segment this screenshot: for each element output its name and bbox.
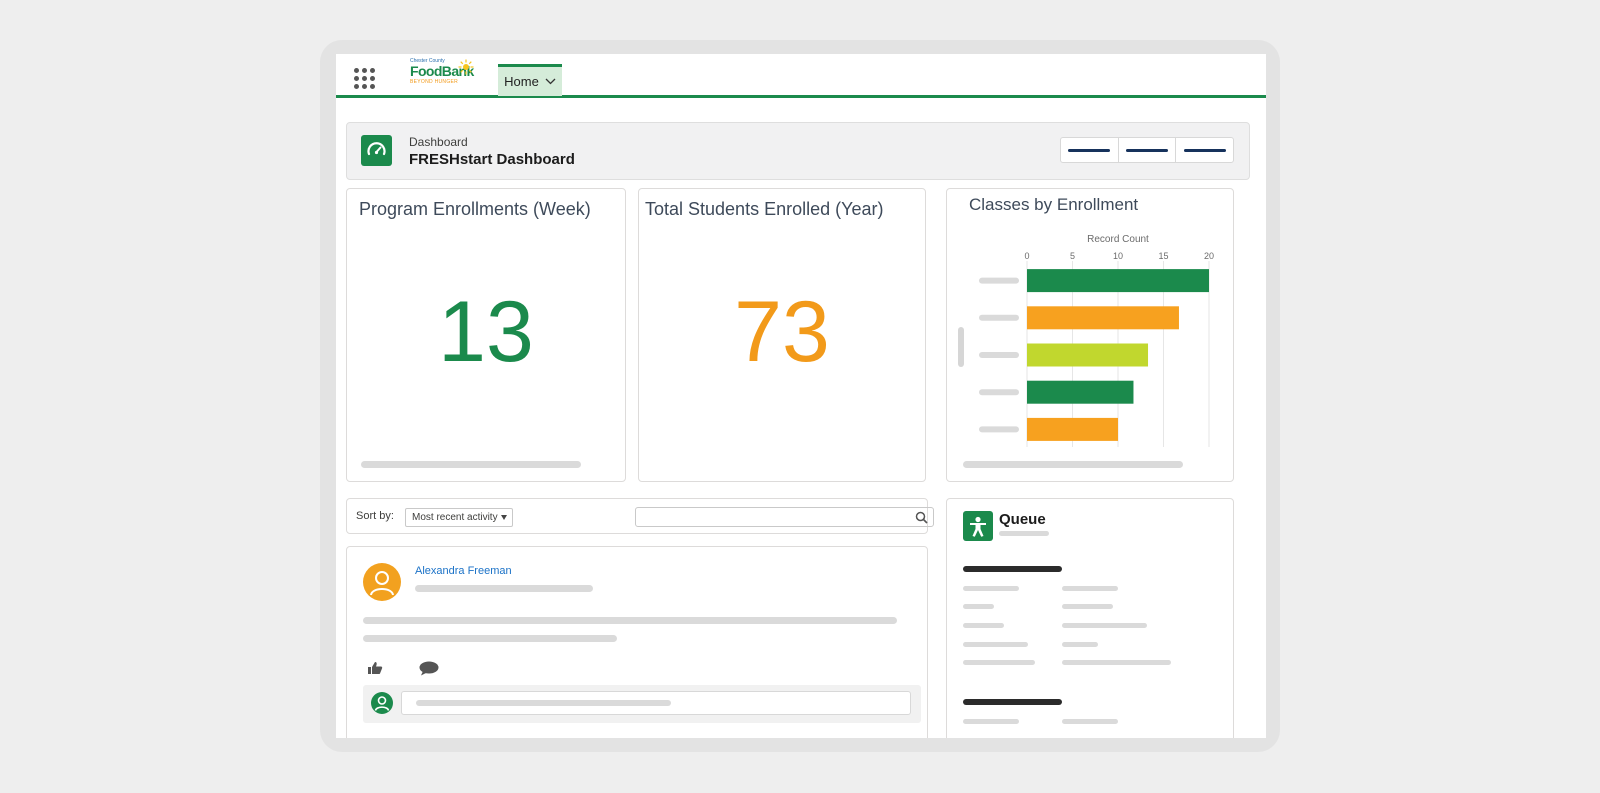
person-icon [963,511,993,541]
placeholder-bar [363,617,897,624]
bar [1027,343,1149,367]
bar [1027,306,1179,330]
placeholder-bar [361,461,581,468]
foodbank-logo: Chester County FoodBank BEYOND HUNGER [410,58,474,85]
app-launcher-icon[interactable] [354,68,376,90]
category-label-placeholder [979,277,1019,284]
page-title: FRESHstart Dashboard [409,151,575,168]
feed-toolbar: Sort by: Most recent activity [346,498,934,534]
placeholder-bar [963,642,1028,647]
category-label-placeholder [979,426,1019,433]
placeholder-bar [1062,623,1147,628]
x-tick-label: 10 [1113,251,1123,261]
chevron-down-icon[interactable] [545,78,556,85]
search-icon[interactable] [915,511,928,524]
header-action-button-2[interactable] [1119,138,1177,162]
placeholder-bar [999,531,1049,536]
bar [1027,417,1118,441]
placeholder-bar [1062,642,1098,647]
thumbs-up-icon[interactable] [367,661,383,675]
queue-title: Queue [999,511,1046,528]
sort-dropdown-value: Most recent activity [412,512,498,523]
gauge-icon [361,135,392,166]
category-label-placeholder [979,389,1019,396]
x-tick-label: 20 [1204,251,1214,261]
metric-title-week: Program Enrollments (Week) [359,199,591,219]
bar-chart: Record Count 0 5 10 15 20 [958,234,1214,447]
placeholder-bar [1062,586,1118,591]
header-button-group [1060,137,1234,163]
category-label-placeholder [979,352,1019,358]
header-action-button-1[interactable] [1061,138,1119,162]
user-icon [371,692,393,714]
metric-value-year: 73 [734,284,830,380]
bar [1027,269,1209,293]
sort-label: Sort by: [356,510,394,522]
dashboard-type-label: Dashboard [409,135,468,149]
comment-icon[interactable] [419,661,439,676]
placeholder-bar [963,660,1035,665]
bar [1027,380,1134,404]
metric-card-week[interactable]: Program Enrollments (Week) 13 [346,188,626,482]
metric-value-week: 13 [438,284,534,380]
category-label-placeholder [979,314,1019,321]
tab-home-label: Home [504,74,539,89]
placeholder-bar [963,586,1019,591]
sort-dropdown[interactable]: Most recent activity [405,508,513,527]
metric-title-year: Total Students Enrolled (Year) [645,199,884,219]
x-tick-label: 0 [1024,251,1029,261]
placeholder-bar [963,719,1019,724]
x-axis-title: Record Count [1087,234,1149,245]
placeholder-bar [1062,604,1113,609]
metric-card-year[interactable]: Total Students Enrolled (Year) 73 [638,188,926,482]
placeholder-bar [963,461,1183,468]
user-icon[interactable] [363,563,401,601]
placeholder-bar [1062,719,1118,724]
x-tick-label: 15 [1158,251,1168,261]
placeholder-bar [1062,660,1171,665]
app-screen: Chester County FoodBank BEYOND HUNGER Ho… [336,54,1266,738]
classes-chart-card[interactable]: Classes by Enrollment Record Count 0 5 10 15… [946,188,1234,482]
comment-input[interactable] [401,691,911,715]
chart-scrollbar [958,327,964,367]
tab-home[interactable]: Home [498,64,562,96]
queue-card: Queue [946,498,1234,738]
x-tick-label: 5 [1070,251,1075,261]
placeholder-heading [963,566,1062,572]
feed-search-input[interactable] [635,507,934,527]
placeholder-heading [963,699,1062,705]
placeholder-bar [963,604,994,609]
placeholder-bar [416,700,671,706]
placeholder-bar [415,585,593,592]
dashboard-header: Dashboard FRESHstart Dashboard [346,122,1250,180]
comment-row [363,685,921,723]
caret-down-icon [501,515,507,520]
sun-icon [458,59,474,75]
header-action-button-3[interactable] [1176,138,1233,162]
top-navigation: Chester County FoodBank BEYOND HUNGER Ho… [336,54,1266,98]
feed-post: Alexandra Freeman [346,546,928,738]
placeholder-bar [963,623,1004,628]
placeholder-bar [363,635,617,642]
post-author-link[interactable]: Alexandra Freeman [415,565,512,577]
